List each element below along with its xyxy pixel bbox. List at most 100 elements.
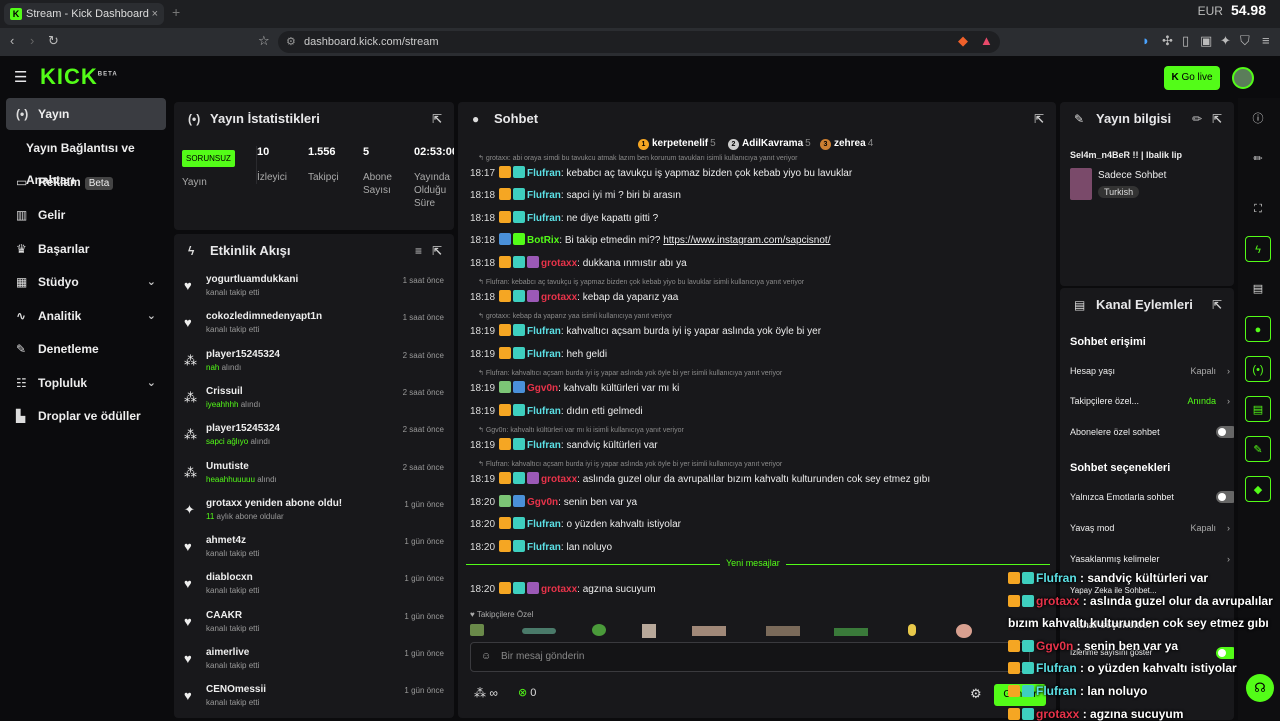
emoji-icon[interactable]: ☺	[481, 643, 491, 671]
sidebar-item-droplar[interactable]: ▙ Droplar ve ödüller	[6, 400, 166, 432]
chat-username[interactable]: Ggv0n	[527, 383, 558, 394]
emote-icon[interactable]	[470, 624, 484, 636]
bookmark-icon[interactable]: ☆	[258, 33, 270, 49]
emote-icon[interactable]	[956, 624, 972, 638]
list-item[interactable]: ⁂ player15245324 sapci ağlıyo alındı 2 saat…	[174, 419, 454, 456]
emotes-only-toggle[interactable]	[1216, 491, 1234, 503]
emote-icon[interactable]	[692, 626, 726, 636]
chat-username[interactable]: Flufran	[527, 349, 561, 360]
sidebar-item-reklam[interactable]: ▭ Reklam Beta	[6, 166, 166, 198]
popout-icon[interactable]: ⇱	[1212, 288, 1222, 322]
sidebar-item-topluluk[interactable]: ☷ Topluluk ⌄	[6, 367, 166, 399]
diamond-icon[interactable]: ◆	[1245, 476, 1271, 502]
chat-username[interactable]: Ggv0n	[527, 497, 558, 508]
chat-username[interactable]: Flufran	[527, 542, 561, 553]
new-tab-button[interactable]: +	[172, 4, 180, 20]
list-item[interactable]: ⁂ Crissuil iyeahhhh alındı 2 saat önce	[174, 382, 454, 419]
emote-icon[interactable]	[522, 628, 556, 634]
popout-icon[interactable]: ⇱	[1034, 102, 1044, 136]
chat-input[interactable]: ☺ Bir mesaj gönderin	[470, 642, 1030, 672]
popout-icon[interactable]: ⇱	[1212, 102, 1222, 136]
emote-icon[interactable]	[908, 624, 916, 636]
reload-icon[interactable]: ↻	[48, 33, 59, 49]
list-item[interactable]: ♥ CAAKR kanalı takip etti 1 gün önce	[174, 606, 454, 643]
go-live-button[interactable]: K Go live	[1164, 66, 1220, 90]
broadcast-icon[interactable]: (•)	[1245, 356, 1271, 382]
popout-icon[interactable]: ⇱	[432, 234, 442, 268]
slow-mode-row[interactable]: Yavaş mod Kapalı ›	[1070, 523, 1230, 533]
kicks-indicator[interactable]: ⊗ 0	[518, 686, 536, 699]
popout-icon[interactable]: ⇱	[432, 102, 442, 136]
forward-icon[interactable]: ›	[30, 33, 34, 48]
audio-icon[interactable]: ◗	[1142, 33, 1150, 48]
chat-bubble-icon[interactable]: ●	[1245, 316, 1271, 342]
top-gifter-1[interactable]: 1 kerpetenelif 5	[638, 138, 716, 150]
list-item[interactable]: ⁂ Umutiste heaahhuuuuu alındı 2 saat önce	[174, 457, 454, 494]
followers-only-row[interactable]: Takipçilere özel... Anında ›	[1070, 396, 1230, 406]
list-item[interactable]: ♥ yogurtluamdukkani kanalı takip etti 1 saa…	[174, 270, 454, 307]
site-info-icon[interactable]: ⚙	[286, 31, 296, 53]
back-icon[interactable]: ‹	[10, 33, 14, 48]
emote-icon[interactable]	[834, 628, 868, 636]
chat-link[interactable]: https://www.instagram.com/sapcisnot/	[663, 235, 830, 246]
banned-words-row[interactable]: Yasaklanmış kelimeler ›	[1070, 554, 1230, 564]
sidebar-item-analitik[interactable]: ∿ Analitik ⌄	[6, 300, 166, 332]
category-name[interactable]: Sadece Sohbet	[1098, 170, 1166, 181]
kick-logo[interactable]: KICKBETA	[40, 64, 118, 90]
brave-shield-icon[interactable]: ◆	[958, 33, 968, 49]
extensions-icon[interactable]: ✣	[1162, 33, 1173, 49]
emote-icon[interactable]	[642, 624, 656, 638]
chat-username[interactable]: Flufran	[527, 326, 561, 337]
show-viewers-toggle[interactable]	[1216, 647, 1234, 659]
edit-icon[interactable]: ✏	[1192, 102, 1202, 136]
chat-username[interactable]: Flufran	[527, 440, 561, 451]
close-tab-icon[interactable]: ×	[152, 3, 158, 25]
list-item[interactable]: ♥ aimerlive kanalı takip etti 1 gün önce	[174, 643, 454, 680]
chat-settings-icon[interactable]: ⚙	[970, 686, 982, 702]
notes-icon[interactable]: ▤	[1245, 276, 1271, 302]
edit-icon[interactable]: ✏	[1245, 146, 1271, 172]
filter-icon[interactable]: ≡	[415, 234, 422, 268]
emote-icon[interactable]	[766, 626, 800, 636]
wrench-icon[interactable]: ✎	[1245, 436, 1271, 462]
sidebar-item-basarilar[interactable]: ♛ Başarılar	[6, 233, 166, 265]
ai-icon[interactable]: ✦	[1220, 33, 1231, 49]
url-field[interactable]: ⚙ dashboard.kick.com/stream	[278, 31, 1000, 53]
chat-username[interactable]: grotaxx	[541, 292, 577, 303]
chat-username[interactable]: Flufran	[527, 406, 561, 417]
menu-icon[interactable]: ≡	[1262, 33, 1270, 48]
language-tag[interactable]: Turkish	[1098, 186, 1140, 198]
tools-icon[interactable]: ▤	[1245, 396, 1271, 422]
chat-username[interactable]: Flufran	[527, 213, 561, 224]
points-indicator[interactable]: ⁂ ∞	[474, 686, 498, 700]
top-gifter-3[interactable]: 3 zehrea 4	[820, 138, 873, 150]
fullscreen-icon[interactable]: ⛶	[1245, 196, 1271, 222]
sidebar-toggle-icon[interactable]: ▯	[1182, 33, 1189, 49]
emote-icon[interactable]	[592, 624, 606, 636]
category-thumbnail[interactable]	[1070, 168, 1092, 200]
subs-only-toggle[interactable]	[1216, 426, 1234, 438]
vpn-icon[interactable]: ⛉	[1240, 33, 1250, 49]
list-item[interactable]: ♥ diablocxn kanalı takip etti 1 gün önce	[174, 568, 454, 605]
chat-username[interactable]: grotaxx	[541, 474, 577, 485]
top-gifter-2[interactable]: 2 AdilKavrama 5	[728, 138, 811, 150]
browser-tab[interactable]: K Stream - Kick Dashboard ×	[4, 3, 164, 25]
account-age-row[interactable]: Hesap yaşı Kapalı ›	[1070, 366, 1230, 376]
sidebar-item-stream-key[interactable]: Yayın Bağlantısı ve Anahtarı	[6, 132, 166, 187]
wallet-icon[interactable]: ▣	[1200, 33, 1212, 49]
chat-username[interactable]: grotaxx	[541, 584, 577, 595]
list-item[interactable]: ♥ CENOmessii kanalı takip etti 1 gün önce	[174, 680, 454, 717]
bolt-icon[interactable]: ϟ	[1245, 236, 1271, 262]
chat-username[interactable]: Flufran	[527, 190, 561, 201]
chat-username[interactable]: Flufran	[527, 519, 561, 530]
hamburger-icon[interactable]: ☰	[14, 68, 27, 86]
sidebar-item-gelir[interactable]: ▥ Gelir	[6, 199, 166, 231]
sidebar-item-denetleme[interactable]: ✎ Denetleme	[6, 333, 166, 365]
chat-username[interactable]: BotRix	[527, 235, 559, 246]
chat-username[interactable]: grotaxx	[541, 258, 577, 269]
list-item[interactable]: ✦ grotaxx yeniden abone oldu! 11 aylık abo…	[174, 494, 454, 531]
list-item[interactable]: ♥ cokozledimnedenyapt1n kanalı takip etti 1…	[174, 307, 454, 344]
help-icon[interactable]: ☊	[1246, 674, 1274, 702]
avatar[interactable]	[1232, 67, 1254, 89]
info-icon[interactable]: ⓘ	[1245, 106, 1271, 132]
